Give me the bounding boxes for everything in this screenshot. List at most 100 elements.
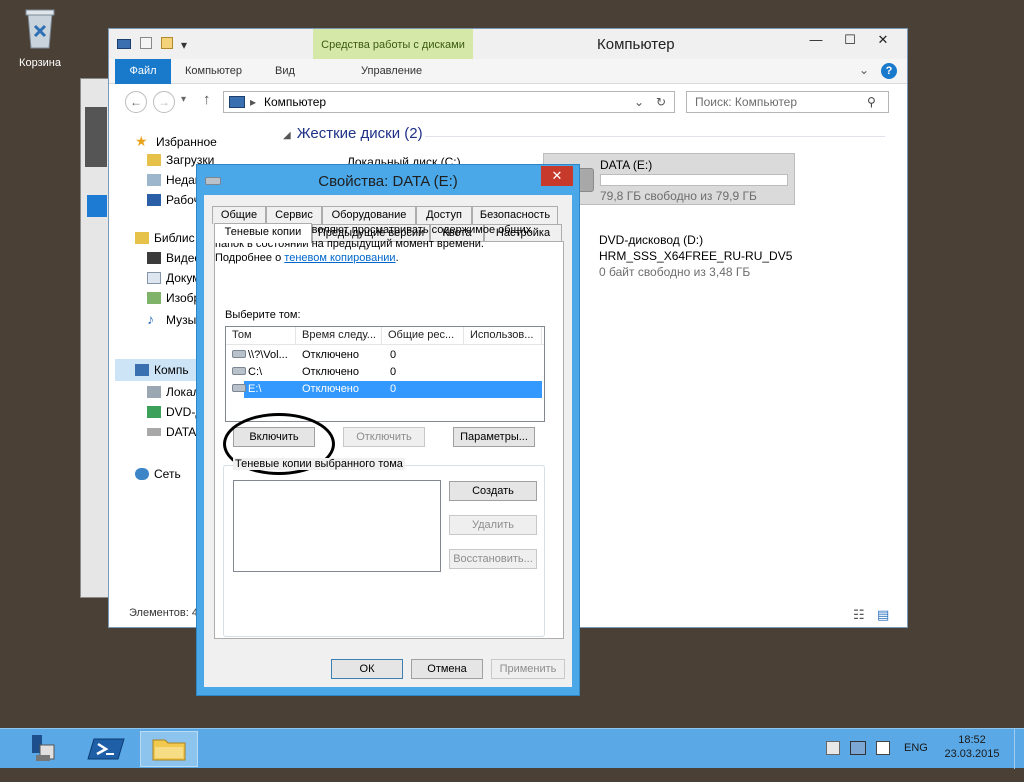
- nav-item-network[interactable]: Сеть: [135, 467, 181, 485]
- folder-icon[interactable]: [160, 37, 173, 49]
- column-next-run[interactable]: Время следу...: [296, 327, 382, 345]
- images-icon: [147, 292, 161, 304]
- drive-dvd-label: HRM_SSS_X64FREE_RU-RU_DV5: [599, 249, 793, 263]
- tab-sharing[interactable]: Доступ: [416, 206, 472, 224]
- tab-shadow-copies[interactable]: Теневые копии: [214, 223, 312, 243]
- disable-button[interactable]: Отключить: [343, 427, 425, 447]
- server-manager-button[interactable]: [4, 731, 62, 767]
- address-dropdown-icon[interactable]: ⌄: [634, 95, 644, 109]
- nav-item-music[interactable]: ♪ Музы: [147, 311, 196, 329]
- create-button[interactable]: Создать: [449, 481, 537, 501]
- details-view-icon[interactable]: ☷: [853, 607, 865, 623]
- tab-manage[interactable]: Управление: [353, 59, 430, 84]
- address-text[interactable]: Компьютер: [264, 95, 326, 109]
- refresh-icon[interactable]: ↻: [656, 95, 666, 109]
- recycle-bin-shortcut[interactable]: Корзина: [10, 6, 70, 69]
- nav-item-favorites[interactable]: ★ Избранное: [135, 133, 217, 151]
- action-center-icon[interactable]: [826, 741, 840, 755]
- background-window[interactable]: [80, 78, 110, 598]
- address-bar[interactable]: ▸ Компьютер ⌄ ↻: [223, 91, 675, 113]
- volume-name: \\?\Vol...: [248, 349, 288, 361]
- group-divider: [425, 136, 885, 137]
- windows-drive-icon: [147, 386, 161, 398]
- quick-access-toolbar[interactable]: ▾: [117, 37, 187, 52]
- dialog-close-button[interactable]: ✕: [541, 166, 573, 186]
- tab-view[interactable]: Вид: [267, 59, 303, 84]
- back-button[interactable]: ←: [125, 91, 147, 113]
- tab-computer[interactable]: Компьютер: [177, 59, 250, 84]
- volume-list[interactable]: Том Время следу... Общие рес... Использо…: [225, 326, 545, 422]
- tab-tools[interactable]: Сервис: [266, 206, 322, 224]
- volume-row[interactable]: \\?\Vol... Отключено 0: [226, 347, 544, 364]
- properties-icon[interactable]: [140, 37, 153, 49]
- ribbon-expand-icon[interactable]: ⌄: [859, 63, 869, 77]
- recent-places-icon: [147, 174, 161, 186]
- nav-item-videos[interactable]: Видео: [147, 251, 201, 269]
- forward-button[interactable]: →: [153, 91, 175, 113]
- network-icon: [135, 468, 149, 480]
- file-explorer-button[interactable]: [140, 731, 198, 767]
- nav-item-local-disk[interactable]: Локал: [147, 385, 200, 403]
- powershell-button[interactable]: [78, 731, 136, 767]
- drive-item-dvd[interactable]: DVD-дисковод (D:) HRM_SSS_X64FREE_RU-RU_…: [539, 229, 863, 289]
- help-icon[interactable]: ?: [881, 63, 897, 79]
- nav-item-libraries[interactable]: Библис: [135, 231, 195, 249]
- nav-item-data[interactable]: DATA: [147, 425, 196, 443]
- context-tab-disk-tools: Средства работы с дисками: [313, 29, 473, 59]
- collapse-icon[interactable]: ◢: [283, 130, 291, 141]
- tiles-view-icon[interactable]: ▤: [877, 607, 889, 623]
- volume-tray-icon[interactable]: [876, 741, 890, 755]
- minimize-button[interactable]: —: [799, 29, 833, 51]
- nav-item-dvd[interactable]: DVD-д: [147, 405, 202, 423]
- ok-button[interactable]: ОК: [331, 659, 403, 679]
- nav-item-desktop[interactable]: Рабоч: [147, 193, 200, 211]
- search-input[interactable]: Поиск: Компьютер: [695, 95, 797, 109]
- explorer-titlebar[interactable]: ▾ Средства работы с дисками Компьютер — …: [109, 29, 907, 59]
- tab-hardware[interactable]: Оборудование: [322, 206, 416, 224]
- nav-item-images[interactable]: Изобр: [147, 291, 200, 309]
- dialog-titlebar[interactable]: Свойства: DATA (E:): [197, 165, 579, 195]
- up-button[interactable]: ↑: [203, 91, 211, 108]
- properties-dialog[interactable]: Свойства: DATA (E:) ✕ Общие Сервис Обору…: [196, 164, 580, 696]
- dialog-title: Свойства: DATA (E:): [318, 173, 458, 190]
- tab-security[interactable]: Безопасность: [472, 206, 558, 224]
- volume-row[interactable]: C:\ Отключено 0: [226, 364, 544, 381]
- snapshots-list[interactable]: [233, 480, 441, 572]
- documents-icon: [147, 272, 161, 284]
- drive-data-usage-bar: [600, 174, 788, 186]
- nav-item-computer[interactable]: Компь: [135, 363, 189, 381]
- language-indicator[interactable]: ENG: [904, 742, 928, 782]
- column-shares[interactable]: Общие рес...: [382, 327, 464, 345]
- star-icon: ★: [135, 133, 148, 149]
- column-volume[interactable]: Том: [226, 327, 296, 345]
- network-tray-icon[interactable]: [850, 741, 866, 755]
- show-desktop-button[interactable]: [1014, 729, 1024, 769]
- shadow-copy-help-link[interactable]: теневом копировании: [284, 252, 395, 264]
- volume-shares: 0: [390, 366, 397, 378]
- clock[interactable]: 18:52 23.03.2015: [944, 734, 1000, 774]
- group-header-hard-disks[interactable]: ◢ Жесткие диски (2): [283, 125, 423, 142]
- search-box[interactable]: Поиск: Компьютер ⚲: [686, 91, 889, 113]
- drive-data-name: DATA (E:): [600, 158, 653, 172]
- column-used[interactable]: Использов...: [464, 327, 542, 345]
- volume-shares: 0: [390, 383, 397, 395]
- recent-locations-icon[interactable]: ▾: [181, 94, 186, 105]
- volume-row-selected[interactable]: E:\ Отключено 0: [232, 381, 542, 398]
- search-icon[interactable]: ⚲: [867, 95, 876, 109]
- tab-file[interactable]: Файл: [115, 59, 171, 84]
- powershell-icon: [87, 738, 125, 760]
- delete-button[interactable]: Удалить: [449, 515, 537, 535]
- nav-item-recent[interactable]: Недав: [147, 173, 201, 191]
- tab-general[interactable]: Общие: [212, 206, 266, 224]
- background-window-accent: [87, 195, 107, 217]
- volume-name: C:\: [248, 366, 263, 378]
- restore-button[interactable]: Восстановить...: [449, 549, 537, 569]
- drive-item-data[interactable]: DATA (E:) 79,8 ГБ свободно из 79,9 ГБ: [543, 153, 795, 205]
- close-button[interactable]: ✕: [861, 29, 905, 51]
- drive-data-free: 79,8 ГБ свободно из 79,9 ГБ: [600, 189, 757, 203]
- nav-item-documents[interactable]: Докум: [147, 271, 200, 289]
- apply-button[interactable]: Применить: [491, 659, 565, 679]
- settings-button[interactable]: Параметры...: [453, 427, 535, 447]
- cancel-button[interactable]: Отмена: [411, 659, 483, 679]
- qat-dropdown-icon[interactable]: ▾: [181, 38, 187, 52]
